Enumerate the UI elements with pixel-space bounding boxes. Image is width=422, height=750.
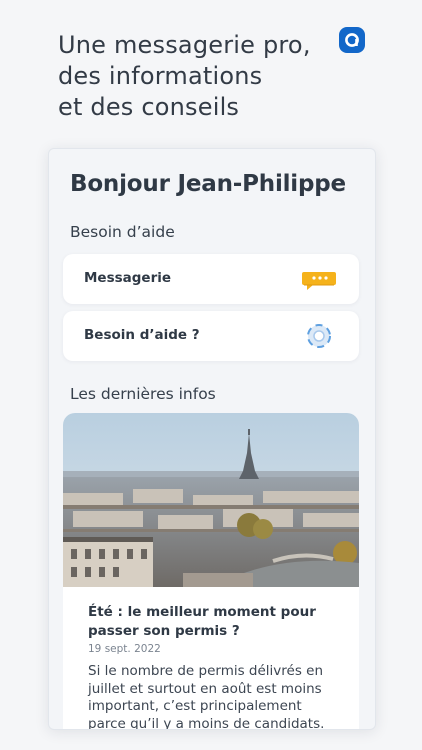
help-label: Besoin d’aide ? <box>84 327 200 343</box>
help-card[interactable]: Besoin d’aide ? <box>63 311 359 361</box>
app-screen-preview: Bonjour Jean-Philippe Besoin d’aide Mess… <box>48 148 376 730</box>
app-logo-icon <box>339 27 365 53</box>
help-section-title: Besoin d’aide <box>70 223 175 241</box>
headline-line-1: Une messagerie pro, <box>58 31 311 59</box>
news-article-card[interactable]: Été : le meilleur moment pour passer son… <box>63 413 359 730</box>
chat-bubble-icon <box>301 265 337 293</box>
headline-line-2: des informations <box>58 62 263 90</box>
greeting-title: Bonjour Jean-Philippe <box>70 171 346 197</box>
marketing-headline: Une messagerie pro, des informations et … <box>58 30 338 123</box>
paris-skyline-photo <box>63 413 359 587</box>
article-excerpt: Si le nombre de permis délivrés en juill… <box>88 663 325 730</box>
messaging-label: Messagerie <box>84 270 172 286</box>
article-date: 19 sept. 2022 <box>88 643 161 655</box>
messaging-card[interactable]: Messagerie <box>63 254 359 304</box>
headline-line-3: et des conseils <box>58 93 240 121</box>
news-section-title: Les dernières infos <box>70 385 216 403</box>
lifebuoy-icon <box>301 322 337 350</box>
article-title: Été : le meilleur moment pour passer son… <box>88 604 316 639</box>
